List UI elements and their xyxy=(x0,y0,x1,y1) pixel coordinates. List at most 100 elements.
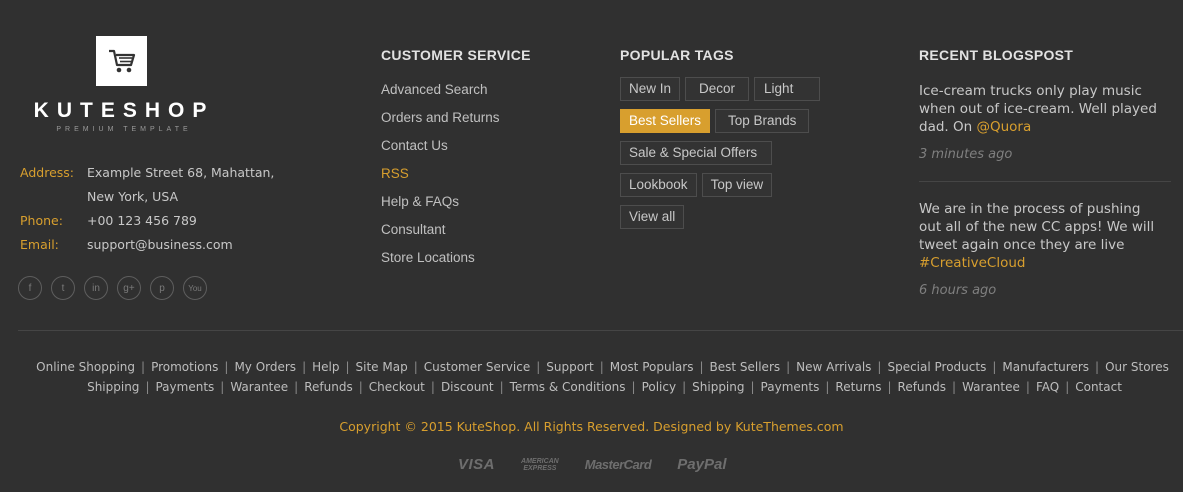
footer-link[interactable]: Special Products xyxy=(887,360,986,374)
link-separator: | xyxy=(877,360,882,374)
amex-logo: AMERICAN EXPRESS xyxy=(521,457,559,472)
quora-link[interactable]: @Quora xyxy=(976,119,1031,135)
link-separator: | xyxy=(145,380,150,394)
link-separator: | xyxy=(1025,380,1030,394)
cs-link-consultant[interactable]: Consultant xyxy=(381,220,500,248)
footer-link[interactable]: Discount xyxy=(441,380,494,394)
footer-link[interactable]: Most Populars xyxy=(610,360,694,374)
logo-box[interactable] xyxy=(96,36,147,86)
footer-link[interactable]: Help xyxy=(312,360,339,374)
pinterest-icon[interactable]: p xyxy=(150,276,174,300)
cs-link-orders-returns[interactable]: Orders and Returns xyxy=(381,108,500,136)
mastercard-logo: MasterCard xyxy=(584,457,652,472)
tag-top-view[interactable]: Top view xyxy=(701,173,773,197)
link-separator: | xyxy=(294,380,299,394)
footer-link[interactable]: Manufacturers xyxy=(1002,360,1089,374)
link-separator: | xyxy=(952,380,957,394)
tag-sale-special-offers[interactable]: Sale & Special Offers xyxy=(620,141,773,165)
tag-lookbook[interactable]: Lookbook xyxy=(620,173,697,197)
youtube-icon[interactable]: You xyxy=(183,276,207,300)
brand-tagline: PREMIUM TEMPLATE xyxy=(56,126,192,133)
footer-links-row2: Shipping | Payments | Warantee | Refunds | Check… xyxy=(0,380,1183,394)
link-separator: | xyxy=(699,360,704,374)
footer-link[interactable]: Promotions xyxy=(151,360,218,374)
tag-light[interactable]: Light xyxy=(754,77,821,101)
address-line1: Example Street 68, Mahattan, xyxy=(87,164,275,180)
footer-link[interactable]: Contact xyxy=(1075,380,1122,394)
link-separator: | xyxy=(141,360,146,374)
link-separator: | xyxy=(682,380,687,394)
footer-link[interactable]: FAQ xyxy=(1036,380,1059,394)
blog-divider xyxy=(919,181,1171,182)
link-separator: | xyxy=(536,360,541,374)
footer-link[interactable]: Support xyxy=(546,360,593,374)
cs-link-rss[interactable]: RSS xyxy=(381,164,500,192)
footer-link[interactable]: Payments xyxy=(761,380,820,394)
link-separator: | xyxy=(358,380,363,394)
visa-logo: VISA xyxy=(458,456,496,473)
social-links: f t in g+ p You xyxy=(18,276,207,300)
link-separator: | xyxy=(345,360,350,374)
phone-value: +00 123 456 789 xyxy=(87,212,197,228)
email-value[interactable]: support@business.com xyxy=(87,237,233,252)
footer-link[interactable]: Warantee xyxy=(230,380,288,394)
tag-view-all[interactable]: View all xyxy=(620,205,685,229)
blog-post-1[interactable]: Ice-cream trucks only play music when ou… xyxy=(919,82,1171,136)
brand-name: KUTESHOP xyxy=(33,99,215,122)
blog-post-2[interactable]: We are in the process of pushing out all… xyxy=(919,200,1171,272)
footer-link[interactable]: Customer Service xyxy=(424,360,530,374)
cs-link-contact-us[interactable]: Contact Us xyxy=(381,136,500,164)
link-separator: | xyxy=(786,360,791,374)
tag-new-in[interactable]: New In xyxy=(620,77,681,101)
footer-link[interactable]: Checkout xyxy=(369,380,425,394)
footer-link[interactable]: Warantee xyxy=(962,380,1020,394)
link-separator: | xyxy=(825,380,830,394)
copyright-text: Copyright © 2015 KuteShop. All Rights Re… xyxy=(339,419,844,434)
creative-cloud-link[interactable]: #CreativeCloud xyxy=(919,254,1171,272)
cs-link-store-locations[interactable]: Store Locations xyxy=(381,248,500,276)
tag-cloud: New In Decor Light Best Sellers Top Bran… xyxy=(620,77,850,237)
recent-blog-title: RECENT BLOGSPOST xyxy=(919,47,1074,63)
cs-link-advanced-search[interactable]: Advanced Search xyxy=(381,80,500,108)
payment-methods: VISA AMERICAN EXPRESS MasterCard PayPal xyxy=(458,456,727,473)
cs-link-help-faqs[interactable]: Help & FAQs xyxy=(381,192,500,220)
footer-links-row1: Online Shopping | Promotions | My Orders | Hel… xyxy=(0,360,1183,374)
footer-link[interactable]: Returns xyxy=(835,380,881,394)
footer-link[interactable]: Online Shopping xyxy=(36,360,135,374)
contact-info: Address: Example Street 68, Mahattan, Ne… xyxy=(20,160,274,256)
blog-post-1-time: 3 minutes ago xyxy=(919,147,1013,162)
phone-label: Phone: xyxy=(20,212,63,228)
link-separator: | xyxy=(413,360,418,374)
link-separator: | xyxy=(599,360,604,374)
link-separator: | xyxy=(1095,360,1100,374)
footer-link[interactable]: Site Map xyxy=(356,360,408,374)
footer-link[interactable]: Policy xyxy=(642,380,677,394)
tag-top-brands[interactable]: Top Brands xyxy=(715,109,810,133)
link-separator: | xyxy=(887,380,892,394)
footer-link[interactable]: Our Stores xyxy=(1105,360,1169,374)
link-separator: | xyxy=(1065,380,1070,394)
footer-link[interactable]: New Arrivals xyxy=(796,360,871,374)
linkedin-icon[interactable]: in xyxy=(84,276,108,300)
footer-link[interactable]: My Orders xyxy=(234,360,296,374)
twitter-icon[interactable]: t xyxy=(51,276,75,300)
facebook-icon[interactable]: f xyxy=(18,276,42,300)
popular-tags-title: POPULAR TAGS xyxy=(620,47,734,63)
footer-link[interactable]: Shipping xyxy=(87,380,139,394)
tag-decor[interactable]: Decor xyxy=(685,77,750,101)
footer-link[interactable]: Payments xyxy=(155,380,214,394)
link-separator: | xyxy=(992,360,997,374)
footer-link[interactable]: Best Sellers xyxy=(710,360,781,374)
footer-divider xyxy=(18,330,1183,331)
link-separator: | xyxy=(220,380,225,394)
footer-link[interactable]: Refunds xyxy=(304,380,353,394)
footer-link[interactable]: Refunds xyxy=(898,380,947,394)
paypal-logo: PayPal xyxy=(677,456,727,473)
footer-link[interactable]: Terms & Conditions xyxy=(510,380,626,394)
google-plus-icon[interactable]: g+ xyxy=(117,276,141,300)
blog-post-2-time: 6 hours ago xyxy=(919,283,997,298)
link-separator: | xyxy=(430,380,435,394)
customer-service-list: Advanced Search Orders and Returns Conta… xyxy=(381,80,500,276)
footer-link[interactable]: Shipping xyxy=(692,380,744,394)
tag-best-sellers[interactable]: Best Sellers xyxy=(620,109,711,133)
